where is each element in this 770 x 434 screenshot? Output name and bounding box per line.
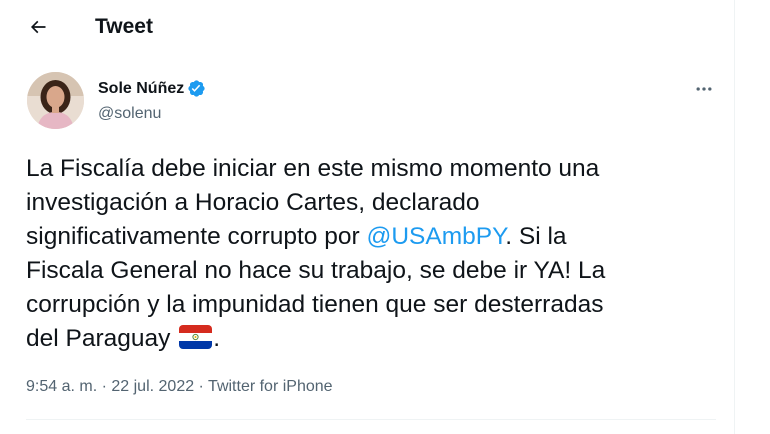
arrow-left-icon xyxy=(30,20,46,34)
back-button[interactable] xyxy=(23,12,53,42)
tweet-header: Tweet xyxy=(0,0,735,54)
meta-separator: · xyxy=(97,378,112,395)
author-name-label: Sole Núñez xyxy=(98,80,185,97)
tweet-meta: 9:54 a. m. · 22 jul. 2022 · Twitter for … xyxy=(26,376,333,397)
tweet-text-part: . xyxy=(213,325,220,352)
verified-badge-icon xyxy=(187,79,206,98)
mention-link[interactable]: @USAmbPY xyxy=(366,223,505,250)
flag-paraguay-icon xyxy=(179,325,213,359)
tweet-text: La Fiscalía debe iniciar en este mismo m… xyxy=(26,152,716,359)
avatar[interactable] xyxy=(27,72,84,129)
page-title: Tweet xyxy=(95,15,153,38)
divider xyxy=(26,419,716,420)
tweet-time-link[interactable]: 9:54 a. m. xyxy=(26,378,97,395)
author-handle[interactable]: @solenu xyxy=(98,103,161,124)
tweet-column: Tweet Sole Núñez @solenu La Fiscalía deb… xyxy=(0,0,735,434)
more-options-button[interactable] xyxy=(688,77,720,101)
meta-separator: · xyxy=(194,378,209,395)
tweet-source-link[interactable]: Twitter for iPhone xyxy=(208,378,333,395)
tweet-date-link[interactable]: 22 jul. 2022 xyxy=(111,378,194,395)
more-icon xyxy=(696,87,712,91)
author-name[interactable]: Sole Núñez xyxy=(98,78,206,99)
